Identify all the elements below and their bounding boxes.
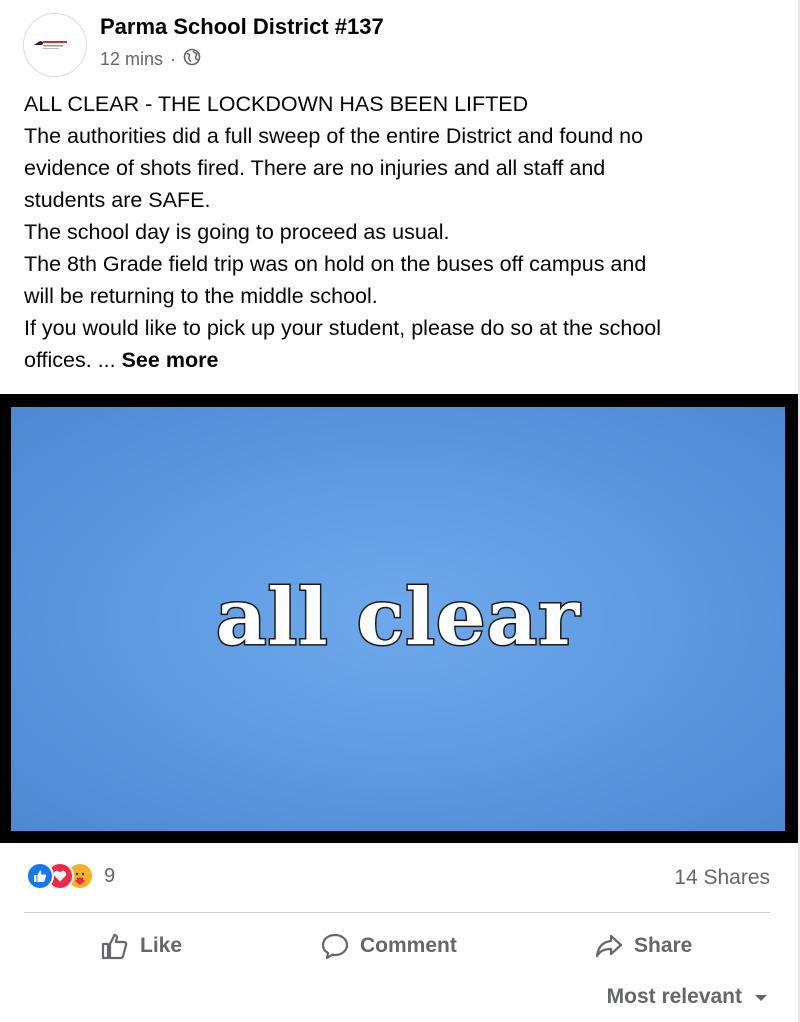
- share-button[interactable]: Share: [594, 928, 692, 964]
- see-more-link[interactable]: See more: [122, 348, 219, 372]
- post-text-line: ALL CLEAR - THE LOCKDOWN HAS BEEN LIFTED: [24, 92, 529, 116]
- post-text-line: The 8th Grade field trip was on hold on …: [24, 252, 647, 276]
- actions-divider: [24, 912, 770, 913]
- post-text-line: students are SAFE.: [24, 188, 211, 212]
- facebook-post: Parma School District #137 12 mins · ALL…: [0, 0, 800, 1022]
- post-meta: 12 mins ·: [100, 48, 201, 71]
- comment-sort-dropdown[interactable]: Most relevant: [607, 985, 768, 1009]
- shares-count-link[interactable]: 14 Shares: [674, 866, 770, 890]
- like-label: Like: [140, 934, 183, 957]
- post-text-line: evidence of shots fired. There are no in…: [24, 156, 606, 180]
- district-logo: [24, 14, 86, 76]
- share-arrow-icon: [594, 931, 624, 961]
- post-text-line: The authorities did a full sweep of the …: [24, 124, 644, 148]
- like-icon: [26, 862, 54, 890]
- image-caption-text: all clear: [214, 571, 581, 665]
- post-text-line: If you would like to pick up your studen…: [24, 316, 662, 340]
- comment-button[interactable]: Comment: [320, 928, 457, 964]
- comment-label: Comment: [360, 934, 457, 957]
- globe-icon[interactable]: [183, 48, 201, 71]
- post-text-line: The school day is going to proceed as us…: [24, 220, 450, 244]
- post-text-truncated: offices. ...: [24, 348, 122, 372]
- reaction-count: 9: [104, 864, 116, 887]
- post-body: ALL CLEAR - THE LOCKDOWN HAS BEEN LIFTED…: [24, 88, 774, 376]
- page-name-link[interactable]: Parma School District #137: [100, 14, 384, 40]
- sort-label: Most relevant: [606, 985, 742, 1008]
- share-label: Share: [634, 934, 693, 957]
- post-text-line: will be returning to the middle school.: [24, 284, 378, 308]
- post-timestamp[interactable]: 12 mins: [100, 49, 163, 70]
- caret-down-icon: [754, 985, 768, 1009]
- like-button[interactable]: Like: [100, 928, 182, 964]
- post-text-line-last: offices. ... See more: [24, 344, 774, 376]
- reactions-summary[interactable]: 9: [26, 862, 115, 890]
- post-image[interactable]: all clear: [0, 394, 798, 843]
- meta-separator: ·: [170, 49, 177, 69]
- image-background: all clear: [11, 407, 785, 831]
- comment-bubble-icon: [320, 931, 350, 961]
- thumbs-up-icon: [100, 931, 130, 961]
- page-avatar[interactable]: [23, 13, 87, 77]
